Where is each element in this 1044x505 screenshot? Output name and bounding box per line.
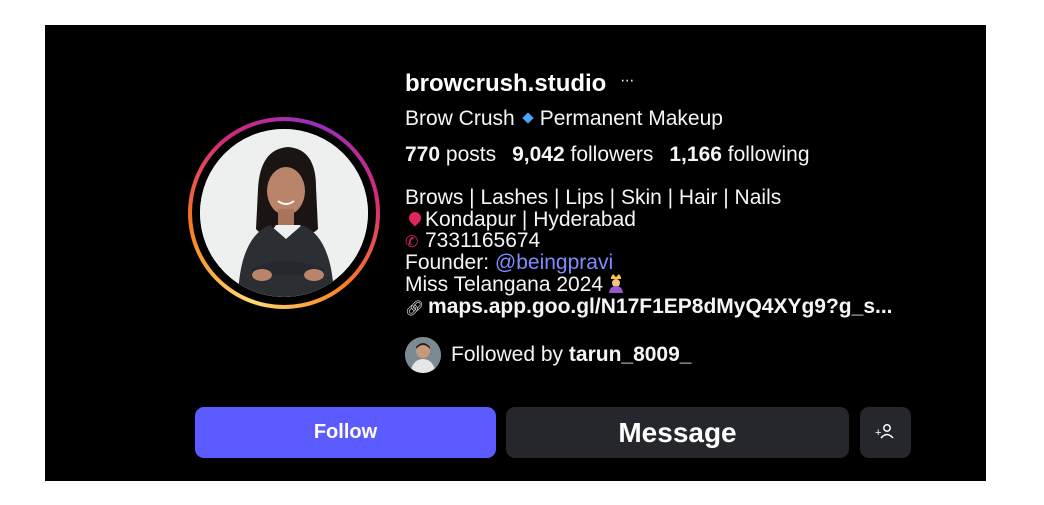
posts-stat: 770 posts [405,143,497,166]
pin-icon [406,209,424,226]
profile-avatar[interactable] [200,129,368,297]
followers-stat[interactable]: 9,042 followers [512,143,653,167]
bio-link[interactable]: 🔗︎ maps.app.goo.gl/N17F1EP8dMyQ4XYg9?g_s.… [405,295,893,320]
username: browcrush.studio [405,70,607,97]
bio-title: Miss Telangana 2024 [405,273,893,296]
category: Permanent Makeup [539,107,723,130]
following-stat[interactable]: 1,166 following [669,143,809,167]
profile-header: browcrush.studio ⋯ Brow Crush Permanent M… [45,25,986,481]
phone-icon: ✆ [405,234,419,251]
suggested-accounts-button[interactable]: + [860,407,911,458]
username-row: browcrush.studio ⋯ [405,70,635,98]
follower-avatar [405,337,441,373]
avatar-photo [200,129,368,297]
followed-by-text: Followed by tarun_8009_ [451,343,692,366]
full-name-row: Brow Crush Permanent Makeup [405,107,723,131]
follow-button[interactable]: Follow [195,407,496,458]
bio-location: Kondapur | Hyderabad [405,208,893,231]
stats-row: 770 posts 9,042 followers 1,166 followin… [405,143,810,167]
svg-text:+: + [875,427,881,439]
founder-mention-link[interactable]: @beingpravi [495,251,613,274]
full-name: Brow Crush [405,107,515,130]
bio-founder: Founder: @beingpravi [405,250,614,274]
link-icon: 🔗︎ [405,299,425,317]
add-person-icon: + [875,424,894,439]
crowned-person-icon [609,274,624,293]
bio-phone: ✆ 7331165674 [405,229,541,252]
ellipsis-icon[interactable]: ⋯ [620,72,635,89]
bio-services: Brows | Lashes | Lips | Skin | Hair | Na… [405,186,782,209]
message-button[interactable]: Message [506,407,849,458]
followed-by[interactable]: Followed by tarun_8009_ [405,337,691,373]
blue-diamond-icon [522,112,534,124]
story-ring[interactable] [188,117,380,309]
bio: Brows | Lashes | Lips | Skin | Hair | Na… [405,187,893,319]
